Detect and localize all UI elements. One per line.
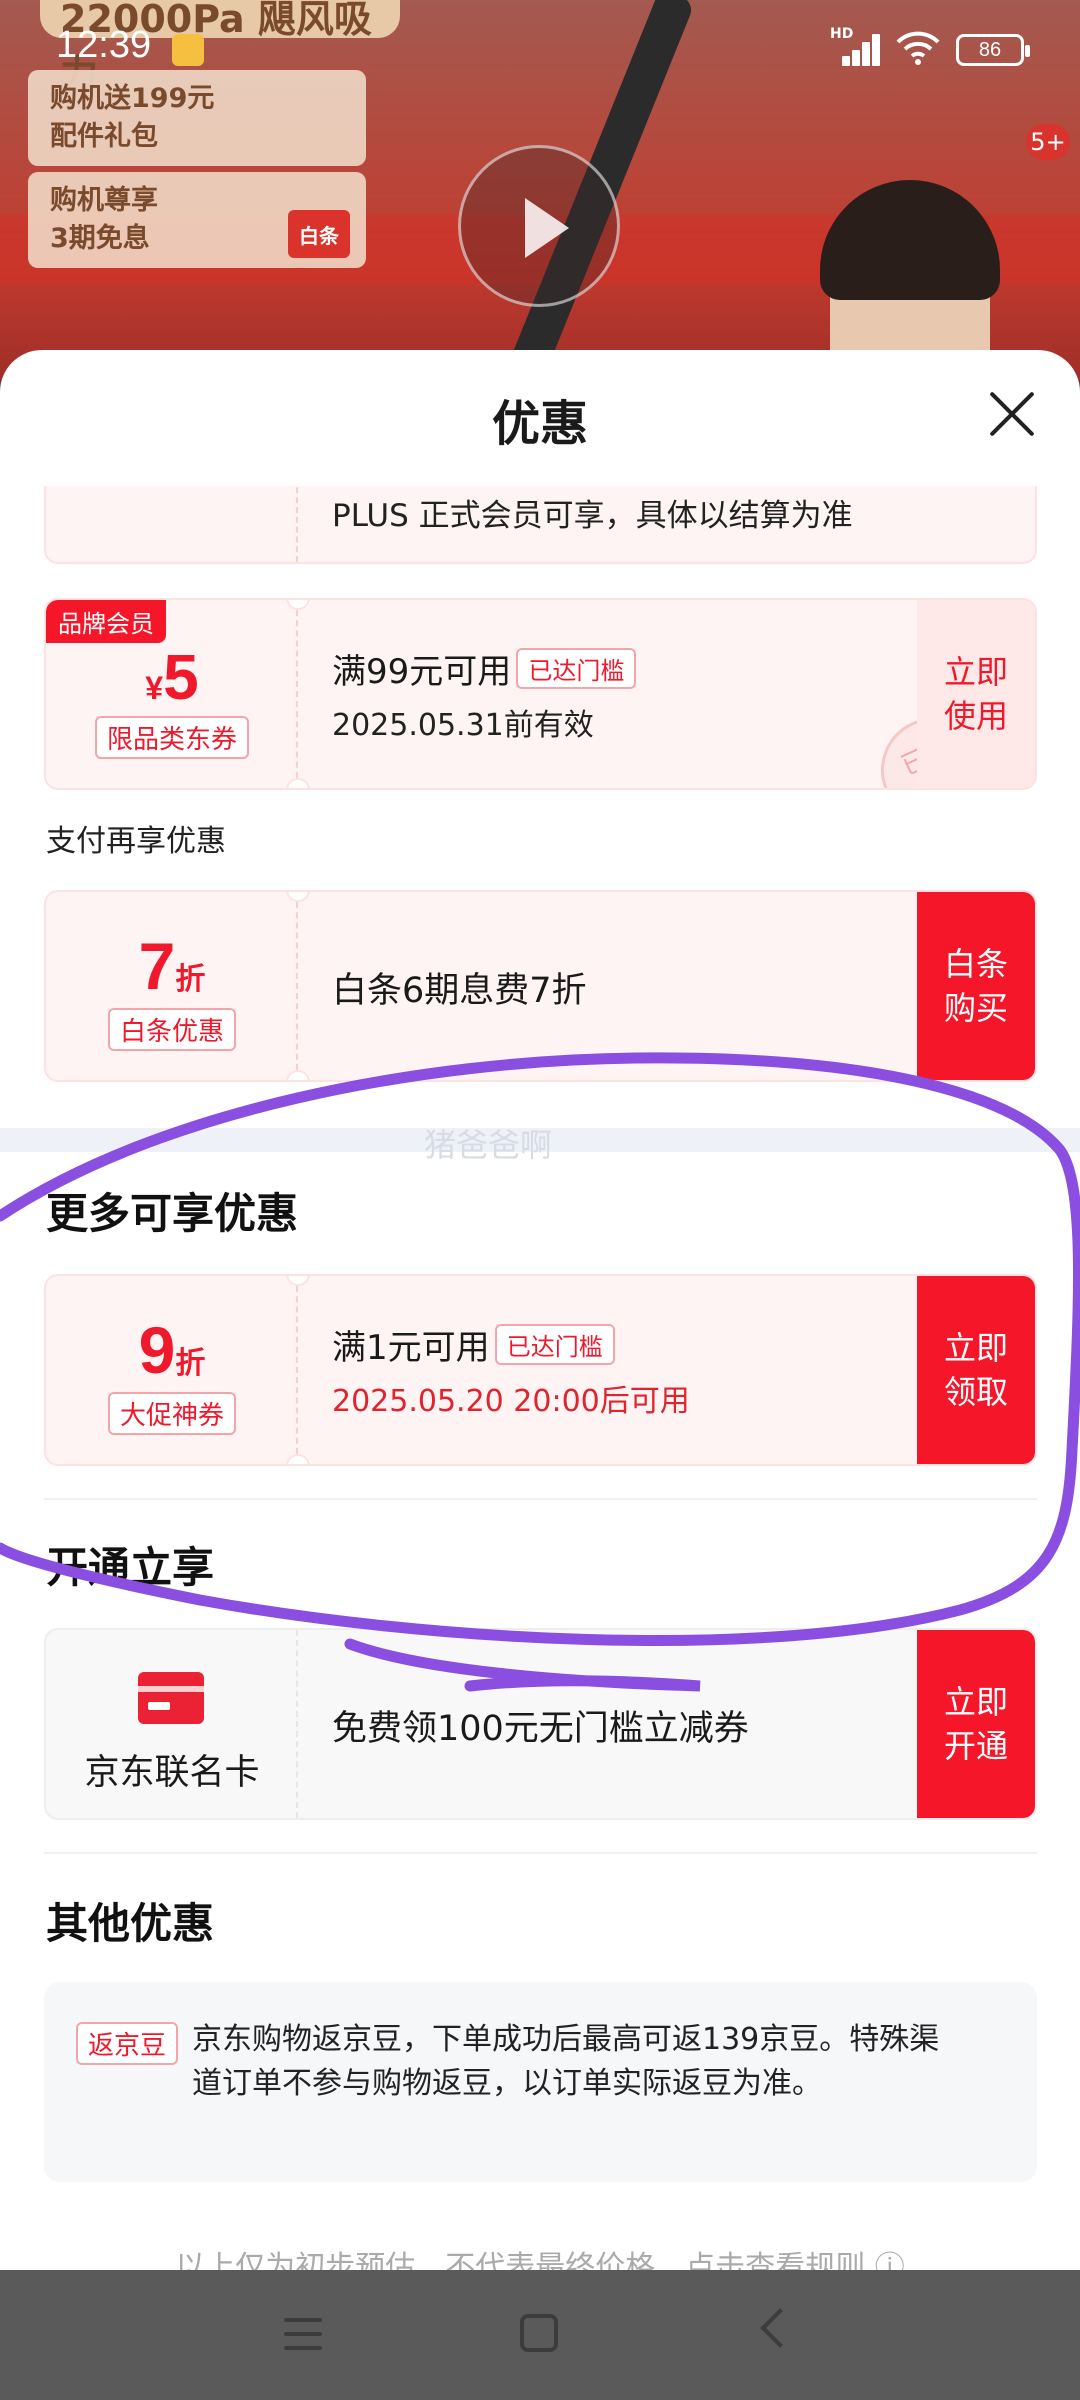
- more-offers-title: 更多可享优惠: [46, 1189, 299, 1238]
- coupon-left: 7折 白条优惠: [46, 892, 298, 1080]
- back-icon[interactable]: [760, 2308, 800, 2348]
- promo-card-installment: 购机尊享 3期免息 白条: [28, 172, 366, 268]
- condition-row: 满1元可用 已达门槛: [332, 1320, 615, 1369]
- watermark-band: 猪爸爸啊: [0, 1126, 1080, 1164]
- battery-icon: 86: [956, 34, 1030, 66]
- coupon-body: PLUS 正式会员可享，具体以结算为准: [332, 486, 1035, 562]
- brand-member-coupon: 品牌会员 ¥5 限品类东券 满99元可用 已达门槛 2025.05.31前有效 …: [44, 598, 1037, 790]
- threshold-tag: 已达门槛: [494, 1324, 615, 1365]
- offers-sheet: 优惠 PLUS 正式会员可享，具体以结算为准 品牌会员 ¥5 限品类东券 满99…: [0, 350, 1080, 2270]
- coupon-left: 品牌会员 ¥5 限品类东券: [46, 600, 298, 788]
- clock: 12:39: [56, 24, 152, 66]
- coupon-left: 9折 大促神券: [46, 1276, 298, 1464]
- coupon-type-label: 大促神券: [107, 1392, 236, 1435]
- promo-line: 配件礼包: [50, 121, 158, 152]
- discount-value: 9折: [46, 1312, 298, 1388]
- coupon-condition: 满1元可用: [332, 1328, 490, 1368]
- divider: [44, 1498, 1037, 1500]
- coupon-type-label: 白条优惠: [107, 1008, 236, 1051]
- coupon-body: 免费领100元无门槛立减券: [332, 1630, 917, 1818]
- discount-number: 7: [138, 929, 176, 1003]
- cobrand-card-offer: 京东联名卡 免费领100元无门槛立减券 立即开通: [44, 1628, 1037, 1820]
- jingdou-description: 京东购物返京豆，下单成功后最高可返139京豆。特殊渠道订单不参与购物返豆，以订单…: [192, 2022, 940, 2101]
- coupon-notch: [286, 1454, 310, 1464]
- status-bar: 12:39 HD 86: [0, 0, 1080, 100]
- coupon-availability: 2025.05.20 20:00后可用: [332, 1384, 690, 1419]
- estimate-note[interactable]: 以上仅为初步预估，不代表最终价格，点击查看规则 ⓘ: [0, 2242, 1080, 2270]
- wifi-icon: [896, 31, 940, 65]
- baitiao-buy-button[interactable]: 白条购买: [917, 892, 1035, 1080]
- discount-unit: 折: [175, 963, 206, 996]
- home-icon[interactable]: [520, 2314, 558, 2352]
- condition-row: 满99元可用 已达门槛: [332, 644, 637, 693]
- jingdou-offer: 返京豆 京东购物返京豆，下单成功后最高可返139京豆。特殊渠道订单不参与购物返豆…: [44, 1982, 1037, 2182]
- claim-now-button[interactable]: 立即领取: [917, 1276, 1035, 1464]
- card-offer-description: 免费领100元无门槛立减券: [332, 1709, 749, 1749]
- discount-number: 9: [138, 1313, 176, 1387]
- coupon-notch: [286, 1070, 310, 1080]
- payment-section-title: 支付再享优惠: [46, 824, 226, 859]
- watermark-text: 猪爸爸啊: [424, 1126, 553, 1164]
- coupon-description: 白条6期息费7折: [332, 971, 587, 1011]
- coupon-body: 白条6期息费7折: [332, 892, 917, 1080]
- menu-icon[interactable]: [284, 2316, 322, 2352]
- other-offers-title: 其他优惠: [46, 1899, 215, 1948]
- plus-member-card: PLUS 正式会员可享，具体以结算为准: [44, 486, 1037, 564]
- brand-member-tag: 品牌会员: [46, 600, 166, 643]
- notification-badge: 5+: [1026, 124, 1070, 160]
- close-icon[interactable]: [984, 386, 1040, 442]
- coupon-left: [46, 486, 298, 562]
- coupon-condition: 满99元可用: [332, 652, 512, 692]
- coupon-left: 京东联名卡: [46, 1630, 298, 1818]
- coupon-notch: [286, 778, 310, 788]
- threshold-tag: 已达门槛: [516, 648, 637, 689]
- use-now-button[interactable]: 立即使用: [917, 600, 1035, 788]
- system-nav-bar: [0, 2270, 1080, 2400]
- signal-icon: [830, 30, 882, 66]
- credit-card-icon: [138, 1672, 204, 1724]
- notification-icon: [172, 34, 204, 66]
- play-video-button[interactable]: [458, 145, 620, 307]
- coupon-type-wrap: 大促神券: [46, 1392, 298, 1435]
- open-now-button[interactable]: 立即开通: [917, 1630, 1035, 1818]
- amount-value: 5: [163, 641, 199, 713]
- coupon-type-wrap: 限品类东券: [46, 716, 298, 759]
- jingdou-tag: 返京豆: [76, 2022, 179, 2065]
- baitiao-badge: 白条: [288, 210, 350, 258]
- coupon-type-label: 限品类东券: [94, 716, 249, 759]
- plus-description: PLUS 正式会员可享，具体以结算为准: [332, 498, 853, 534]
- coupon-type-wrap: 白条优惠: [46, 1008, 298, 1051]
- discount-value: 7折: [46, 928, 298, 1004]
- card-name: 京东联名卡: [84, 1753, 260, 1793]
- divider: [44, 1852, 1037, 1854]
- coupon-validity: 2025.05.31前有效: [332, 708, 594, 743]
- coupon-amount: ¥5: [46, 640, 298, 714]
- promo-coupon: 9折 大促神券 满1元可用 已达门槛 2025.05.20 20:00后可用 立…: [44, 1274, 1037, 1466]
- offers-scroll-area[interactable]: PLUS 正式会员可享，具体以结算为准 品牌会员 ¥5 限品类东券 满99元可用…: [0, 486, 1080, 2270]
- discount-unit: 折: [175, 1347, 206, 1380]
- coupon-body: 满1元可用 已达门槛 2025.05.20 20:00后可用: [332, 1276, 917, 1464]
- currency-symbol: ¥: [145, 670, 164, 706]
- open-section-title: 开通立享: [46, 1543, 215, 1592]
- baitiao-coupon: 7折 白条优惠 白条6期息费7折 白条购买: [44, 890, 1037, 1082]
- coupon-body: 满99元可用 已达门槛 2025.05.31前有效: [332, 600, 917, 788]
- sheet-title: 优惠: [491, 396, 588, 452]
